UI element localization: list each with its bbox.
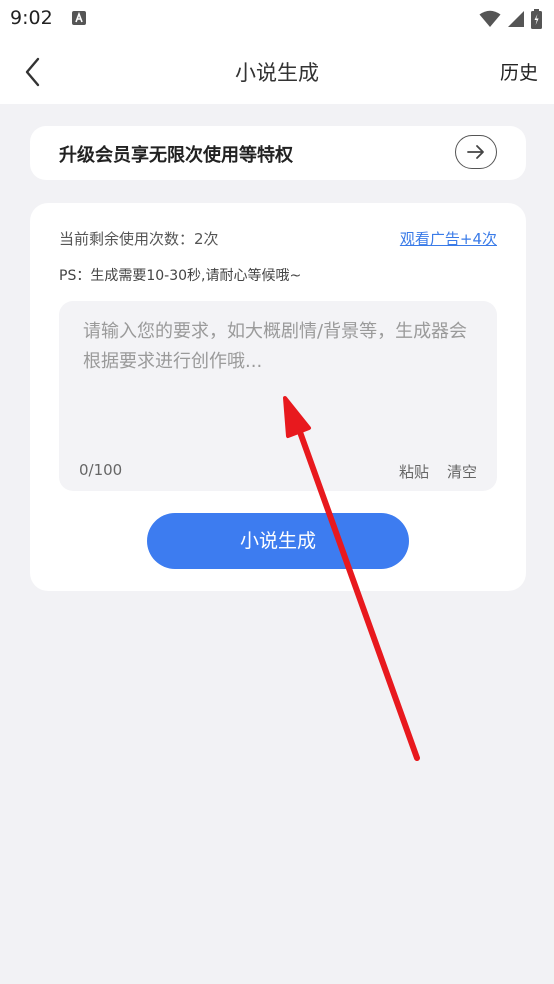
requirement-input-box: 0/100 粘贴 清空	[59, 301, 497, 491]
vip-banner-text: 升级会员享无限次使用等特权	[59, 145, 293, 166]
nav-bar: 小说生成 历史	[0, 40, 554, 104]
generate-novel-button[interactable]: 小说生成	[147, 513, 409, 569]
signal-icon	[508, 11, 524, 27]
history-button[interactable]: 历史	[500, 58, 538, 85]
a-notification-icon	[72, 11, 86, 25]
paste-button[interactable]: 粘贴	[399, 461, 429, 482]
watch-ad-link[interactable]: 观看广告+4次	[400, 228, 497, 249]
requirement-input[interactable]	[83, 317, 475, 437]
arrow-right-icon	[467, 145, 484, 159]
page-title: 小说生成	[235, 61, 319, 85]
vip-upgrade-banner[interactable]: 升级会员享无限次使用等特权	[30, 126, 526, 180]
char-count: 0/100	[79, 461, 123, 479]
status-icons	[479, 8, 542, 30]
ps-hint-text: PS：生成需要10-30秒,请耐心等候哦~	[59, 268, 302, 284]
novel-generator-card: 当前剩余使用次数：2次 观看广告+4次 PS：生成需要10-30秒,请耐心等候哦…	[30, 203, 526, 591]
status-time: 9:02	[10, 7, 53, 29]
battery-icon	[531, 9, 542, 29]
status-bar: 9:02	[0, 0, 554, 40]
remaining-uses-text: 当前剩余使用次数：2次	[59, 230, 219, 248]
clear-button[interactable]: 清空	[447, 461, 477, 482]
wifi-icon	[479, 10, 501, 27]
vip-arrow-button[interactable]	[455, 135, 497, 169]
